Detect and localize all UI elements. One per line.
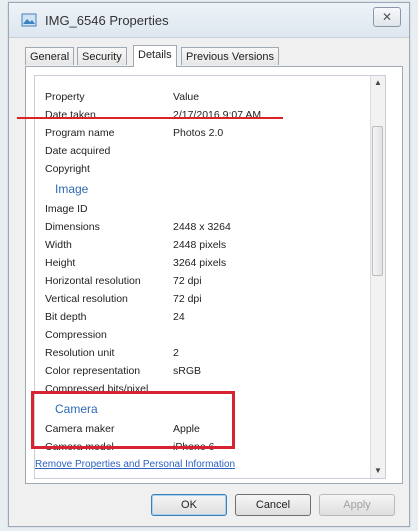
table-row[interactable]: Copyright (35, 160, 375, 178)
property-value: 2448 x 3264 (173, 221, 231, 233)
property-name: Bit depth (45, 311, 87, 323)
column-header-property[interactable]: Property (45, 88, 85, 106)
property-value: 3264 pixels (173, 257, 227, 269)
scrollbar-thumb[interactable] (372, 126, 383, 276)
table-row[interactable]: Color representation sRGB (35, 362, 375, 380)
ok-button[interactable]: OK (151, 494, 227, 516)
tab-details[interactable]: Details (133, 45, 177, 67)
table-row[interactable]: Vertical resolution 72 dpi (35, 290, 375, 308)
list-header: Property Value (35, 88, 375, 106)
property-value: 2 (173, 347, 179, 359)
property-name: Dimensions (45, 221, 100, 233)
property-value: 72 dpi (173, 293, 202, 305)
highlight-underline (17, 117, 283, 119)
tab-security[interactable]: Security (77, 47, 127, 65)
remove-properties-link[interactable]: Remove Properties and Personal Informati… (35, 459, 235, 470)
table-row[interactable]: Date acquired (35, 142, 375, 160)
property-name: Vertical resolution (45, 293, 128, 305)
apply-button[interactable]: Apply (319, 494, 395, 516)
table-row[interactable]: Compression (35, 326, 375, 344)
tab-general[interactable]: General (25, 47, 75, 65)
table-row[interactable]: Height 3264 pixels (35, 254, 375, 272)
window-title: IMG_6546 Properties (45, 13, 169, 28)
properties-dialog: IMG_6546 Properties ✕ General Security D… (8, 2, 410, 527)
property-value: 2448 pixels (173, 239, 227, 251)
table-row[interactable]: Program name Photos 2.0 (35, 124, 375, 142)
cancel-button[interactable]: Cancel (235, 494, 311, 516)
image-file-icon (21, 13, 37, 27)
table-row[interactable]: Image ID (35, 200, 375, 218)
table-row[interactable]: Width 2448 pixels (35, 236, 375, 254)
column-header-value[interactable]: Value (173, 88, 199, 106)
property-value: 2/17/2016 9:07 AM (173, 109, 262, 121)
scroll-up-arrow-icon[interactable]: ▲ (371, 76, 385, 90)
scroll-down-arrow-icon[interactable]: ▼ (371, 464, 385, 478)
table-row[interactable]: Horizontal resolution 72 dpi (35, 272, 375, 290)
property-name: Date acquired (45, 145, 111, 157)
table-row[interactable]: Resolution unit 2 (35, 344, 375, 362)
close-button[interactable]: ✕ (373, 7, 401, 27)
property-name: Color representation (45, 365, 141, 377)
property-name: Horizontal resolution (45, 275, 141, 287)
property-name: Height (45, 257, 76, 269)
property-name: Copyright (45, 163, 90, 175)
property-name: Program name (45, 127, 115, 139)
highlight-box (31, 391, 235, 449)
property-value: 72 dpi (173, 275, 202, 287)
property-name: Resolution unit (45, 347, 115, 359)
title-bar: IMG_6546 Properties ✕ (9, 3, 409, 38)
table-row[interactable]: Date taken 2/17/2016 9:07 AM (35, 106, 375, 124)
property-name: Image ID (45, 203, 88, 215)
section-heading-image: Image (55, 182, 89, 196)
property-name: Compression (45, 329, 107, 341)
property-name: Date taken (45, 109, 96, 121)
property-value: Photos 2.0 (173, 127, 224, 139)
property-value: sRGB (173, 365, 202, 377)
tab-previous-versions[interactable]: Previous Versions (181, 47, 280, 65)
property-value: 24 (173, 311, 185, 323)
property-name: Width (45, 239, 72, 251)
table-row[interactable]: Bit depth 24 (35, 308, 375, 326)
vertical-scrollbar[interactable]: ▲ ▼ (370, 76, 385, 478)
table-row[interactable]: Dimensions 2448 x 3264 (35, 218, 375, 236)
